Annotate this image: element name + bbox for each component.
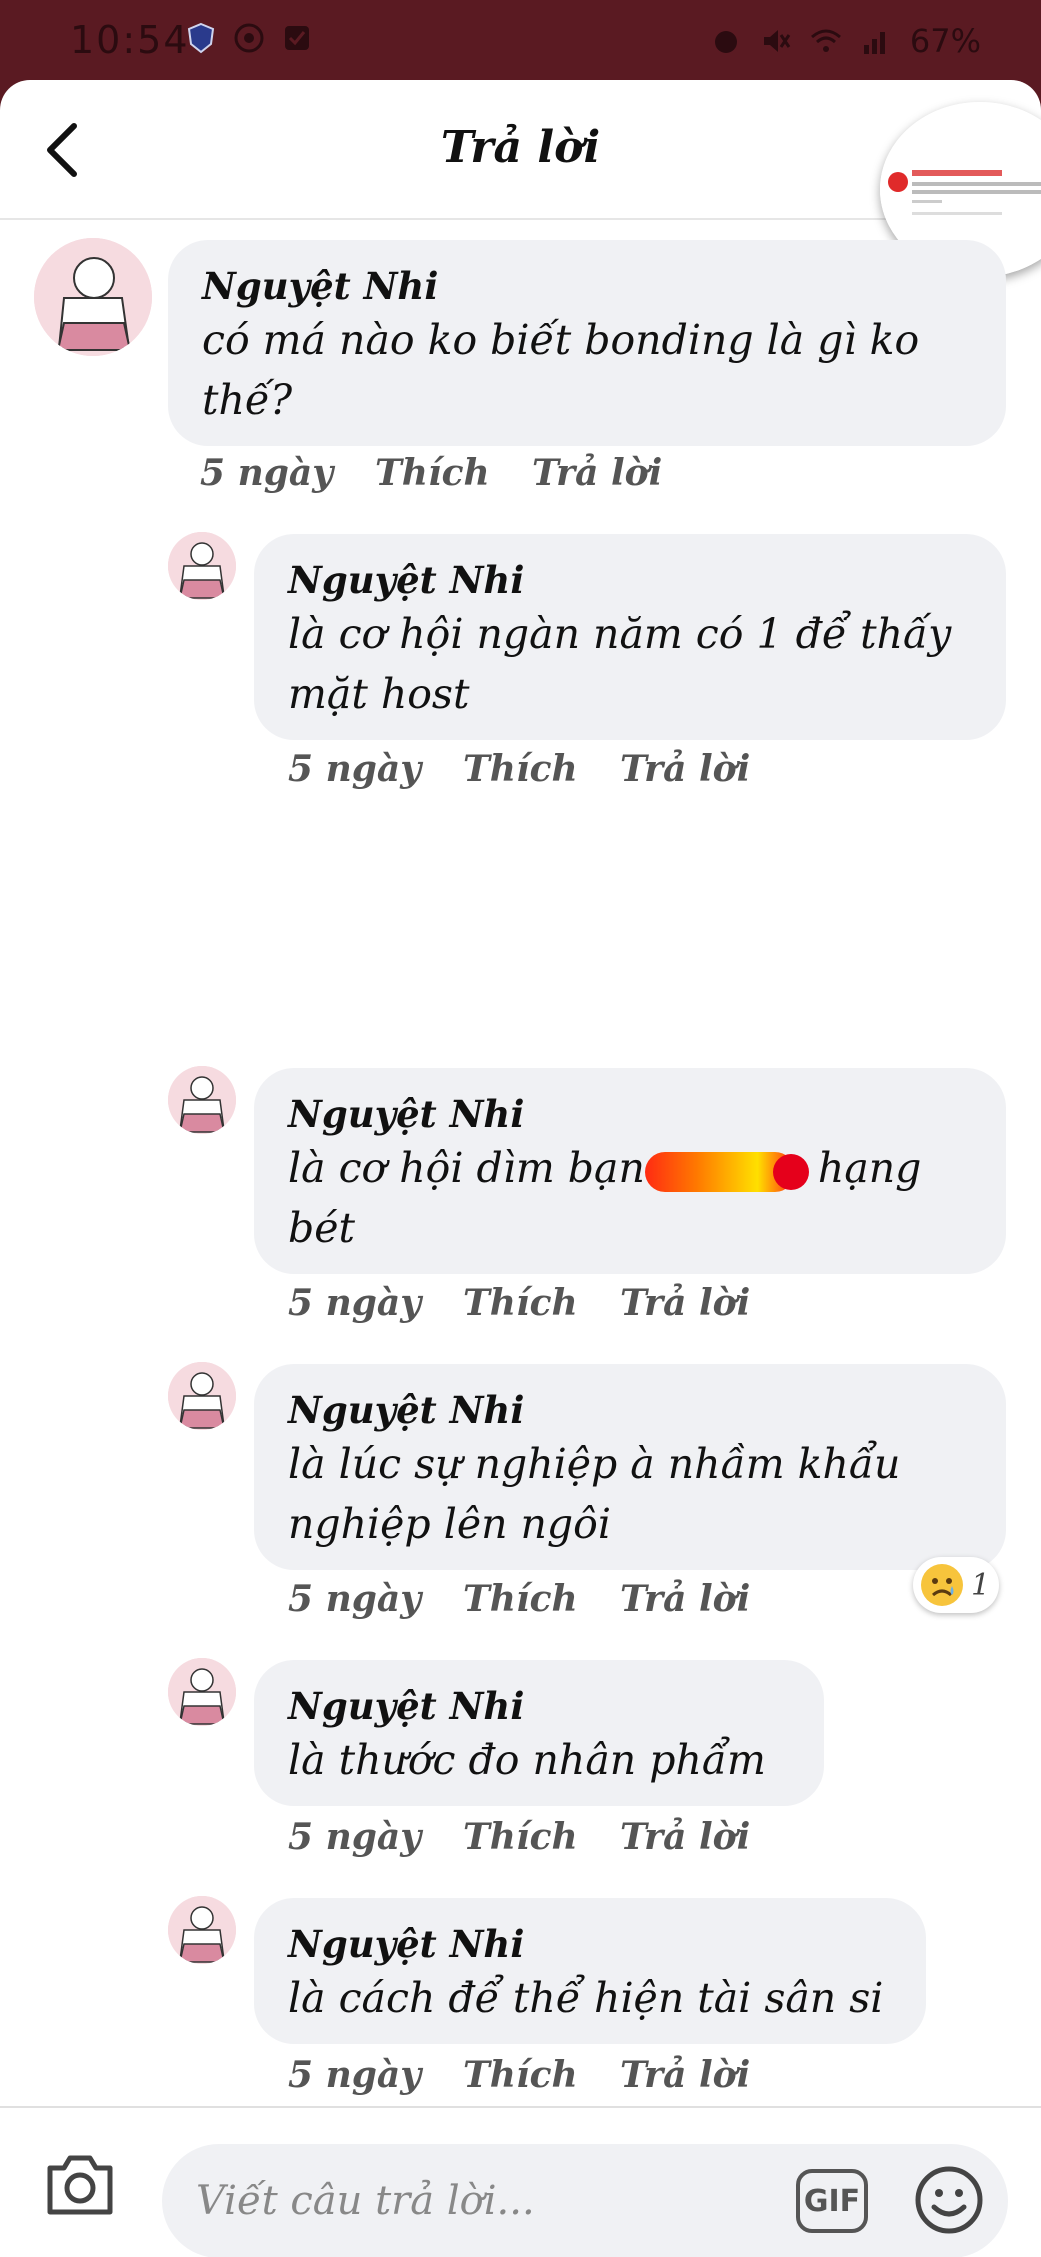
- comment-time: 5 ngày: [288, 1282, 422, 1324]
- reply-button[interactable]: Trả lời: [620, 1578, 750, 1620]
- avatar-image: [168, 532, 236, 600]
- emoji-icon[interactable]: [914, 2165, 984, 2235]
- status-time: 10:54: [70, 18, 190, 62]
- comment-actions: 5 ngày Thích Trả lời: [288, 748, 750, 790]
- comment-actions: 5 ngày Thích Trả lời: [288, 1816, 750, 1858]
- comment-bubble[interactable]: Nguyệt Nhi có má nào ko biết bonding là …: [168, 240, 1006, 446]
- mute-icon: [763, 30, 791, 52]
- reply-button[interactable]: Trả lời: [532, 452, 662, 494]
- avatar-image: [168, 1362, 236, 1430]
- like-button[interactable]: Thích: [463, 1578, 620, 1620]
- reaction-count: 1: [971, 1567, 991, 1603]
- comment-time: 5 ngày: [200, 452, 334, 494]
- comment-actions: 5 ngày Thích Trả lời: [288, 2054, 750, 2096]
- reply-composer: GIF: [0, 2106, 1041, 2257]
- reply-button[interactable]: Trả lời: [620, 1816, 750, 1858]
- like-button[interactable]: Thích: [463, 1282, 620, 1324]
- comment-text: là thước đo nhân phẩm: [288, 1736, 766, 1784]
- signal-icon: [863, 32, 885, 54]
- status-icons-right: 67%: [710, 22, 981, 60]
- comment-actions: 5 ngày Thích Trả lời: [288, 1282, 750, 1324]
- like-button[interactable]: Thích: [375, 452, 532, 494]
- comment-time: 5 ngày: [288, 1816, 422, 1858]
- comment-text: là cơ hội ngàn năm có 1 để thấy mặt host: [288, 610, 952, 718]
- messenger-icon: [234, 23, 264, 53]
- avatar-image: [168, 1658, 236, 1726]
- comment-bubble[interactable]: Nguyệt Nhi là thước đo nhân phẩm: [254, 1660, 824, 1806]
- comment-bubble[interactable]: Nguyệt Nhi là cơ hội ngàn năm có 1 để th…: [254, 534, 1006, 740]
- reply-button[interactable]: Trả lời: [620, 748, 750, 790]
- comment-actions: 5 ngày Thích Trả lời: [200, 452, 662, 494]
- comment-text: là lúc sự nghiệp à nhầm khẩu nghiệp lên …: [288, 1440, 901, 1548]
- gif-button[interactable]: GIF: [796, 2169, 868, 2233]
- shield-app-icon: [187, 22, 215, 54]
- avatar[interactable]: [168, 532, 236, 600]
- comment-text-part: hạng: [817, 1144, 922, 1192]
- check-box-icon: [285, 26, 309, 50]
- replies-sheet: Trả lời Nguyệt Nhi có má nào ko biết bon…: [0, 80, 1041, 2257]
- comment-text: là cơ hội dìm bạn hạng: [288, 1138, 972, 1198]
- comment-author[interactable]: Nguyệt Nhi: [288, 1920, 892, 1968]
- comment-bubble[interactable]: Nguyệt Nhi là cơ hội dìm bạn hạng bét: [254, 1068, 1006, 1274]
- like-button[interactable]: Thích: [463, 1816, 620, 1858]
- comment-text: là cách để thể hiện tài sân si: [288, 1974, 884, 2022]
- avatar[interactable]: [168, 1658, 236, 1726]
- comment-time: 5 ngày: [288, 2054, 422, 2096]
- sad-reaction-icon: [921, 1564, 963, 1606]
- comment-author[interactable]: Nguyệt Nhi: [288, 1090, 972, 1138]
- reply-button[interactable]: Trả lời: [620, 2054, 750, 2096]
- comment-time: 5 ngày: [288, 1578, 422, 1620]
- battery-percent: 67%: [909, 22, 981, 60]
- like-button[interactable]: Thích: [463, 748, 620, 790]
- reaction-badge[interactable]: 1: [913, 1557, 999, 1613]
- comment-author[interactable]: Nguyệt Nhi: [288, 1682, 790, 1730]
- reply-button[interactable]: Trả lời: [620, 1282, 750, 1324]
- comment-bubble[interactable]: Nguyệt Nhi là cách để thể hiện tài sân s…: [254, 1898, 926, 2044]
- like-button[interactable]: Thích: [463, 2054, 620, 2096]
- reply-input[interactable]: [162, 2144, 1008, 2257]
- comment-author[interactable]: Nguyệt Nhi: [288, 1386, 972, 1434]
- avatar[interactable]: [168, 1362, 236, 1430]
- comment-actions: 5 ngày Thích Trả lời: [288, 1578, 750, 1620]
- status-bar: 10:54 67%: [0, 0, 1041, 80]
- comment-text-line: bét: [288, 1204, 355, 1252]
- camera-icon[interactable]: [42, 2148, 118, 2220]
- comment-text-part: là cơ hội dìm bạn: [288, 1144, 645, 1192]
- avatar[interactable]: [34, 238, 152, 356]
- avatar[interactable]: [168, 1066, 236, 1134]
- avatar-image: [168, 1066, 236, 1134]
- status-icons-left: [185, 22, 313, 54]
- comment-bubble[interactable]: Nguyệt Nhi là lúc sự nghiệp à nhầm khẩu …: [254, 1364, 1006, 1570]
- comment-author[interactable]: Nguyệt Nhi: [202, 262, 972, 310]
- redaction-mark: [644, 1151, 809, 1192]
- avatar-image: [168, 1896, 236, 1964]
- avatar[interactable]: [168, 1896, 236, 1964]
- comment-text: có má nào ko biết bonding là gì ko thế?: [202, 316, 920, 424]
- alarm-icon: [714, 31, 737, 53]
- wifi-icon: [810, 29, 841, 52]
- comment-time: 5 ngày: [288, 748, 422, 790]
- avatar-image: [34, 238, 152, 356]
- comment-author[interactable]: Nguyệt Nhi: [288, 556, 972, 604]
